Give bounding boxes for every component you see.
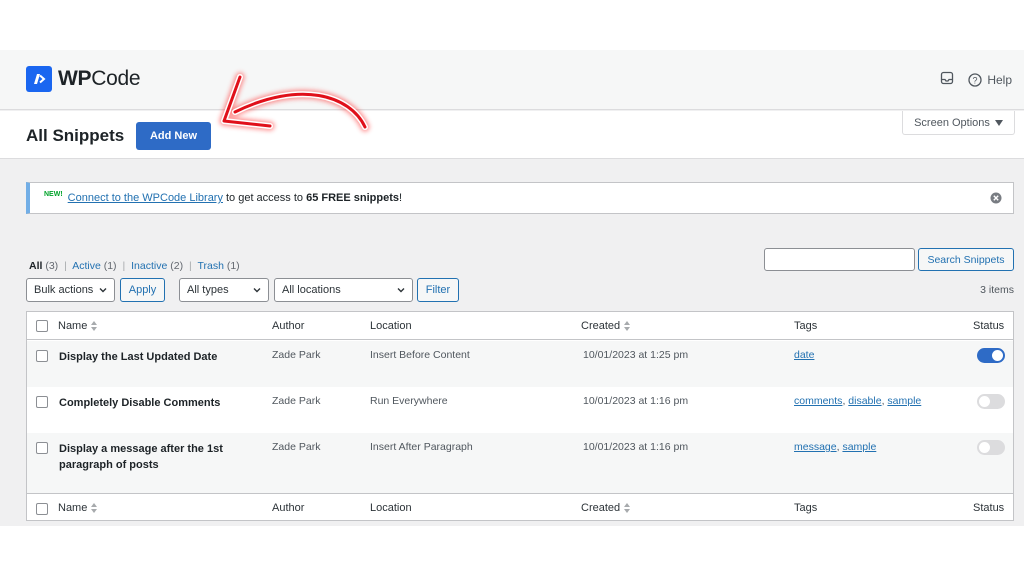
wpcode-header-bar: WPCode ? Help (0, 50, 1024, 110)
snippet-author: Zade Park (272, 395, 321, 407)
help-icon: ? (968, 72, 982, 87)
column-author: Author (272, 320, 305, 332)
table-row: Display the Last Updated Date Zade Park … (27, 341, 1013, 387)
sort-icon (91, 503, 98, 514)
tag-link[interactable]: date (794, 349, 814, 361)
page-header: All Snippets Add New Screen Options (0, 111, 1024, 159)
column-name[interactable]: Name (58, 320, 98, 332)
caret-down-icon (994, 119, 1003, 126)
screen-options-label: Screen Options (914, 116, 990, 129)
help-link[interactable]: ? Help (968, 73, 1012, 87)
select-all-checkbox[interactable] (36, 320, 48, 332)
snippet-location: Insert After Paragraph (370, 441, 473, 453)
view-filters: All (3) | Active (1) | Inactive (2) | Tr… (29, 260, 240, 272)
snippet-tags: date (794, 349, 814, 361)
sort-icon (624, 321, 631, 332)
select-all-checkbox[interactable] (36, 503, 48, 515)
dismiss-notice-icon[interactable] (990, 192, 1002, 207)
column-status: Status (973, 320, 1005, 332)
snippet-tags: message, sample (794, 441, 877, 453)
snippet-tags: comments, disable, sample (794, 395, 922, 407)
chevron-down-icon (397, 288, 405, 293)
table-row: Completely Disable Comments Zade Park Ru… (27, 387, 1013, 433)
column-created[interactable]: Created (581, 320, 631, 332)
search-snippets-button[interactable]: Search Snippets (918, 248, 1014, 271)
screen-options-button[interactable]: Screen Options (902, 111, 1015, 135)
table-header: Name Author Location Created Tags Status (27, 312, 1013, 340)
table-footer: Name Author Location Created Tags Status (27, 493, 1013, 522)
column-tags: Tags (794, 502, 818, 514)
status-toggle[interactable] (977, 348, 1005, 363)
snippet-author: Zade Park (272, 349, 321, 361)
view-active[interactable]: Active (72, 260, 101, 272)
tag-link[interactable]: comments (794, 395, 842, 407)
wpcode-logo-text: WPCode (58, 67, 141, 90)
row-checkbox[interactable] (36, 350, 48, 362)
column-author: Author (272, 502, 305, 514)
tag-link[interactable]: disable (848, 395, 881, 407)
connect-library-link[interactable]: Connect to the WPCode Library (68, 192, 223, 204)
column-created[interactable]: Created (581, 502, 631, 514)
view-inactive[interactable]: Inactive (131, 260, 167, 272)
help-label: Help (987, 72, 1012, 87)
snippet-name[interactable]: Completely Disable Comments (59, 395, 249, 411)
column-location: Location (370, 320, 412, 332)
wpcode-logo-icon (26, 66, 52, 92)
notice-text: to get access to 65 FREE snippets! (225, 192, 403, 204)
view-trash[interactable]: Trash (197, 260, 223, 272)
snippet-name[interactable]: Display a message after the 1st paragrap… (59, 441, 249, 473)
status-toggle[interactable] (977, 440, 1005, 455)
sort-icon (91, 321, 98, 332)
snippet-location: Run Everywhere (370, 395, 448, 407)
snippet-created: 10/01/2023 at 1:16 pm (583, 395, 689, 407)
types-select[interactable]: All types (179, 278, 269, 302)
wpcode-logo[interactable]: WPCode (26, 66, 141, 92)
snippet-location: Insert Before Content (370, 349, 470, 361)
add-new-button[interactable]: Add New (136, 122, 211, 150)
snippet-author: Zade Park (272, 441, 321, 453)
column-tags: Tags (794, 320, 818, 332)
column-name[interactable]: Name (58, 502, 98, 514)
chevron-down-icon (253, 288, 261, 293)
header-tools: ? Help (940, 71, 1012, 88)
filter-button[interactable]: Filter (417, 278, 459, 302)
snippet-created: 10/01/2023 at 1:16 pm (583, 441, 689, 453)
tag-link[interactable]: sample (842, 441, 876, 453)
library-notice: NEW! Connect to the WPCode Library to ge… (26, 182, 1014, 214)
bulk-actions-select[interactable]: Bulk actions (26, 278, 115, 302)
svg-text:?: ? (973, 75, 978, 85)
inbox-icon[interactable] (940, 71, 954, 88)
search-input[interactable] (764, 248, 915, 271)
tag-link[interactable]: message (794, 441, 837, 453)
apply-button[interactable]: Apply (120, 278, 165, 302)
chevron-down-icon (99, 288, 107, 293)
row-checkbox[interactable] (36, 396, 48, 408)
view-all[interactable]: All (29, 260, 42, 272)
status-toggle[interactable] (977, 394, 1005, 409)
sort-icon (624, 503, 631, 514)
tag-link[interactable]: sample (887, 395, 921, 407)
snippet-name[interactable]: Display the Last Updated Date (59, 349, 249, 365)
locations-select[interactable]: All locations (274, 278, 413, 302)
wp-admin-screen: WPCode ? Help All Snippets Add New Scree… (0, 50, 1024, 526)
snippet-created: 10/01/2023 at 1:25 pm (583, 349, 689, 361)
row-checkbox[interactable] (36, 442, 48, 454)
column-location: Location (370, 502, 412, 514)
table-row: Display a message after the 1st paragrap… (27, 433, 1013, 493)
new-badge: NEW! (44, 190, 63, 198)
items-count: 3 items (980, 284, 1014, 296)
column-status: Status (973, 502, 1005, 514)
snippets-table: Name Author Location Created Tags Status… (26, 311, 1014, 521)
page-title: All Snippets (26, 126, 125, 145)
